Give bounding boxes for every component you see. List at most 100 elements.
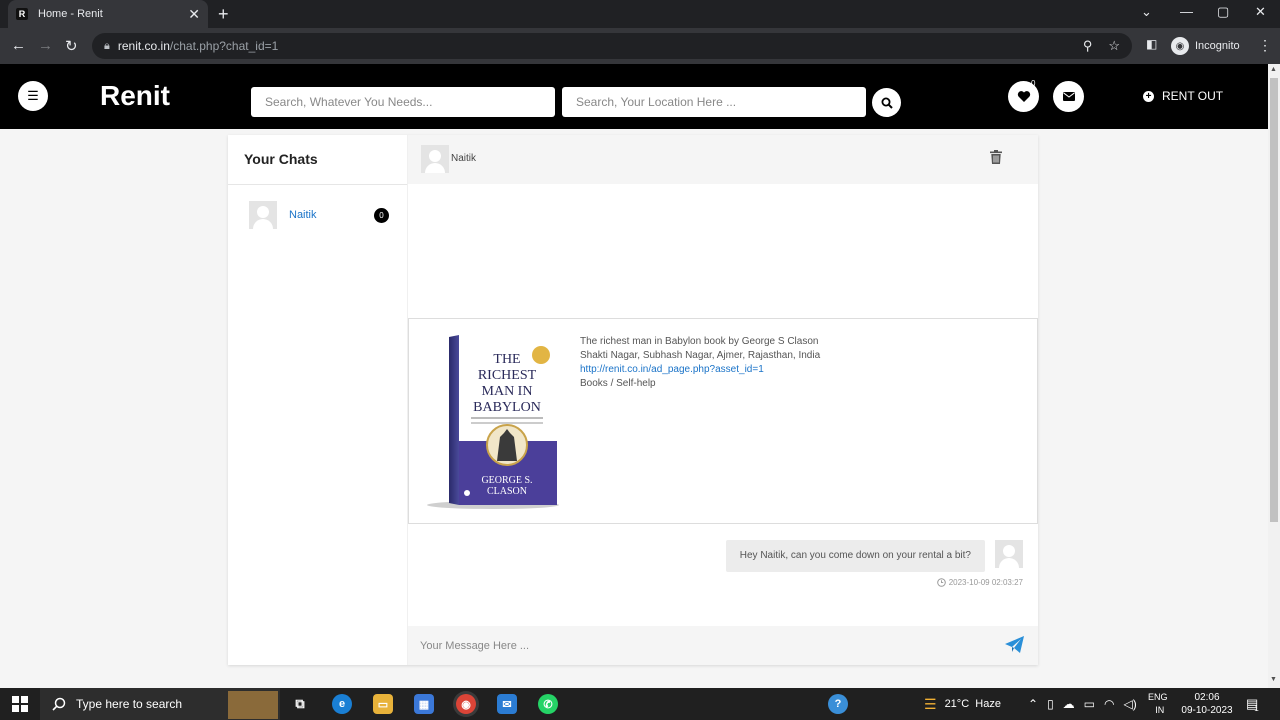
rent-out-button[interactable]: + RENT OUT [1143,89,1223,103]
avatar [995,540,1023,568]
unread-count-badge: 0 [374,207,389,223]
close-window-icon[interactable]: ✕ [1255,4,1266,20]
region-code: IN [1155,705,1165,715]
close-tab-icon[interactable]: ✕ [188,6,200,23]
chat-list: Your Chats Naitik 0 [228,135,408,665]
message-input[interactable] [408,626,988,665]
address-bar[interactable]: 🔒︎ renit.co.in/chat.php?chat_id=1 ⚲ ☆ [92,33,1132,59]
scrollbar-thumb[interactable] [1270,78,1278,522]
chrome-icon[interactable]: ◉ [456,694,476,714]
battery-icon[interactable]: ▭ [1084,697,1095,711]
weather-widget[interactable]: ☰ 21°C Haze [924,688,1001,720]
microsoft-store-icon[interactable]: ▦ [414,694,434,714]
browser-tab[interactable]: R Home - Renit ✕ [8,0,208,28]
clock-icon [936,578,946,587]
search-icon [52,697,66,711]
taskbar-search-text: Type here to search [76,697,183,711]
ad-title: The richest man in Babylon book by Georg… [580,336,819,347]
os-taskbar: Type here to search ⧉ e ▭ ▦ ◉ ✉ ✆ ? ☰ 21… [0,688,1280,720]
maximize-icon[interactable]: ▢ [1217,4,1229,20]
forward-arrow-icon[interactable]: → [38,37,53,54]
search-input[interactable] [251,87,555,117]
page-scrollbar[interactable]: ▲ ▼ [1268,64,1280,688]
search-highlight-image [228,691,278,719]
reload-icon[interactable]: ↻ [65,37,78,55]
chevron-up-icon[interactable]: ⌃ [1028,697,1038,711]
new-tab-icon[interactable]: + [218,4,229,25]
incognito-profile[interactable]: ◉ Incognito [1171,37,1240,55]
menu-icon[interactable]: ☰ [18,81,48,111]
whatsapp-icon[interactable]: ✆ [538,694,558,714]
wifi-icon[interactable]: ◠ [1104,697,1114,711]
rent-out-label: RENT OUT [1162,89,1224,103]
mail-icon[interactable]: ✉ [497,694,517,714]
chat-contact-item[interactable]: Naitik 0 [249,201,389,229]
location-input[interactable] [562,87,866,117]
message-row: Hey Naitik, can you come down on your re… [725,540,1023,572]
language-indicator[interactable]: ENG IN [1148,688,1168,720]
url-text: renit.co.in/chat.php?chat_id=1 [117,39,279,53]
site-favicon-icon: R [16,8,28,20]
conversation-header: Naitik [408,135,1038,184]
send-button[interactable] [1005,636,1025,659]
book-title-line: THE [493,352,520,367]
zoom-icon[interactable]: ⚲ [1083,38,1093,54]
partner-name: Naitik [451,153,477,164]
book-title-line: BABYLON [473,400,541,415]
side-panel-icon[interactable]: ◧ [1146,37,1157,51]
avatar [249,201,277,229]
bookmark-star-icon[interactable]: ☆ [1108,38,1120,54]
language-code: ENG [1148,692,1168,702]
search-icon [881,97,893,109]
ad-details: The richest man in Babylon book by Georg… [580,335,820,391]
chat-list-title: Your Chats [228,135,407,185]
file-explorer-icon[interactable]: ▭ [373,694,393,714]
minimize-icon[interactable]: — [1180,4,1193,19]
incognito-label: Incognito [1195,40,1240,52]
wishlist-count: 0 [1031,79,1036,88]
chat-panel: Your Chats Naitik 0 Naitik THE RICHEST M… [228,135,1038,665]
scroll-up-icon[interactable]: ▲ [1270,66,1277,73]
search-button[interactable] [872,88,901,117]
weather-text: 21°C Haze [944,698,1001,710]
book-title-line: MAN IN [482,384,533,399]
tab-title: Home - Renit [38,8,103,20]
notifications-button[interactable]: ▤ 1 [1246,688,1259,720]
ad-link[interactable]: http://renit.co.in/ad_page.php?asset_id=… [580,363,820,377]
ad-preview-card[interactable]: THE RICHEST MAN IN BABYLON GEORGE S. CLA… [408,318,1038,524]
ad-location: Shakti Nagar, Subhash Nagar, Ajmer, Raja… [580,350,821,361]
cloud-icon[interactable]: ☁ [1063,697,1075,711]
lock-icon: 🔒︎ [104,39,110,52]
volume-icon[interactable]: ◁) [1124,697,1137,711]
windows-start-icon[interactable] [12,696,28,712]
browser-menu-icon[interactable]: ⋮ [1258,37,1272,54]
heart-icon [1017,91,1030,102]
device-icon[interactable]: ▯ [1047,697,1054,711]
message-composer [408,626,1038,665]
back-arrow-icon[interactable]: ← [11,37,26,54]
edge-browser-icon[interactable]: e [332,694,352,714]
trash-icon [990,150,1002,164]
delete-chat-button[interactable] [990,150,1002,169]
system-clock[interactable]: 02:06 09-10-2023 [1178,691,1236,717]
contact-name: Naitik [289,209,317,221]
haze-icon: ☰ [924,695,937,712]
incognito-icon: ◉ [1171,37,1189,55]
notification-count: 1 [1254,703,1259,713]
book-author-line: CLASON [487,486,527,497]
book-author-line: GEORGE S. [481,475,532,486]
messages-button[interactable] [1053,81,1084,112]
clock-time: 02:06 [1194,692,1220,703]
book-cover-image: THE RICHEST MAN IN BABYLON GEORGE S. CLA… [427,335,559,509]
plus-circle-icon: + [1143,90,1154,102]
task-view-icon[interactable]: ⧉ [290,694,310,714]
help-icon[interactable]: ? [828,694,848,714]
message-timestamp: 2023-10-09 02:03:27 [936,578,1023,587]
clock-date: 09-10-2023 [1181,705,1233,716]
scroll-down-icon[interactable]: ▼ [1270,676,1277,683]
conversation: Naitik THE RICHEST MAN IN BABYLON GEORGE… [408,135,1038,665]
site-logo[interactable]: Renit [100,80,170,112]
tab-search-chevron-icon[interactable]: ⌄ [1141,4,1152,20]
paper-plane-icon [1005,636,1024,653]
message-bubble: Hey Naitik, can you come down on your re… [725,540,985,572]
